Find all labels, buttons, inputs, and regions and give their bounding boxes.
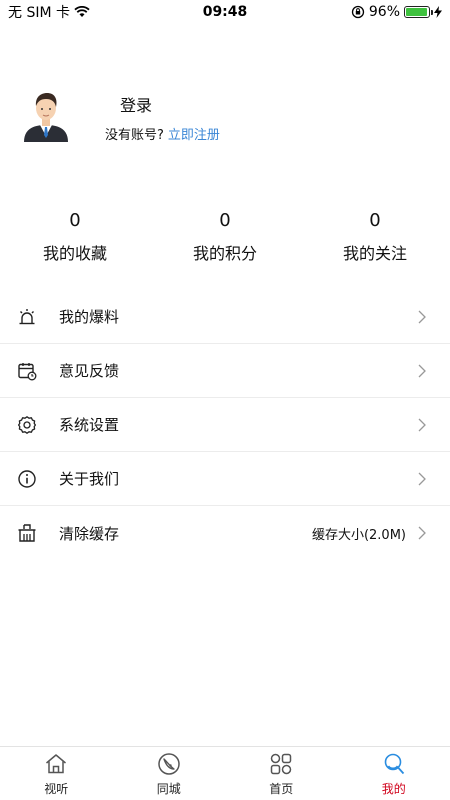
chevron-right-icon [418,418,426,431]
compass-icon [158,753,180,775]
menu-label: 清除缓存 [59,524,120,543]
tab-label: 同城 [156,782,181,796]
menu-item-about-us[interactable]: 关于我们 [0,452,450,506]
menu-item-my-reports[interactable]: 我的爆料 [0,290,450,344]
menu-label: 系统设置 [59,416,120,434]
tab-home[interactable]: 首页 [225,747,338,800]
profile-section: 登录 没有账号? 立即注册 [22,88,422,148]
menu-label: 我的爆料 [59,308,120,326]
avatar[interactable] [22,88,70,144]
gear-icon [17,415,37,434]
alarm-icon [19,308,35,324]
stat-following[interactable]: 0 我的关注 [300,208,450,268]
calendar-clock-icon [18,362,37,380]
stat-label: 我的关注 [342,244,407,263]
tab-local[interactable]: 同城 [113,747,226,800]
cache-size-value: 缓存大小(2.0M) [311,527,406,543]
stat-label: 我的积分 [192,244,257,263]
info-icon [18,469,36,488]
battery-fill [406,8,428,16]
tab-mine[interactable]: 我的 [338,747,450,800]
basket-icon [18,524,36,542]
chevron-right-icon [418,526,426,540]
chevron-right-icon [418,310,426,323]
menu-item-system-settings[interactable]: 系统设置 [0,398,450,452]
home-icon [46,754,67,774]
stat-favorites[interactable]: 0 我的收藏 [0,208,150,268]
chevron-right-icon [418,364,426,377]
battery-percent: 96% [368,4,400,20]
status-right: 96% [351,4,442,20]
tab-audio-video[interactable]: 视听 [0,747,113,800]
charging-bolt-icon [434,6,442,18]
tab-label: 视听 [44,782,69,796]
settings-menu: 我的爆料 意见反馈 系统设置 关于我们 清除缓存 缓存大小(2.0M) [0,290,450,560]
register-link[interactable]: 立即注册 [168,128,220,143]
stat-value: 0 [69,210,81,231]
battery-icon [404,6,433,18]
menu-item-clear-cache[interactable]: 清除缓存 缓存大小(2.0M) [0,506,450,560]
bottom-tab-bar: 视听 同城 首页 我的 [0,746,450,800]
stat-label: 我的收藏 [42,244,107,263]
status-bar: 无 SIM 卡 09:48 96% [0,0,450,24]
register-line: 没有账号? 立即注册 [105,124,220,143]
no-account-text: 没有账号? [105,128,164,143]
menu-item-feedback[interactable]: 意见反馈 [0,344,450,398]
user-search-icon [384,753,404,775]
menu-label: 关于我们 [59,470,120,488]
tab-label: 我的 [381,782,406,796]
stats-row: 0 我的收藏 0 我的积分 0 我的关注 [0,208,450,268]
tab-label: 首页 [269,782,294,796]
stat-value: 0 [219,210,231,231]
grid-icon [271,753,292,775]
menu-label: 意见反馈 [59,362,120,380]
stat-value: 0 [369,210,381,231]
rotation-lock-icon [351,5,365,19]
login-button[interactable]: 登录 [120,92,152,116]
stat-points[interactable]: 0 我的积分 [150,208,300,268]
chevron-right-icon [418,472,426,485]
